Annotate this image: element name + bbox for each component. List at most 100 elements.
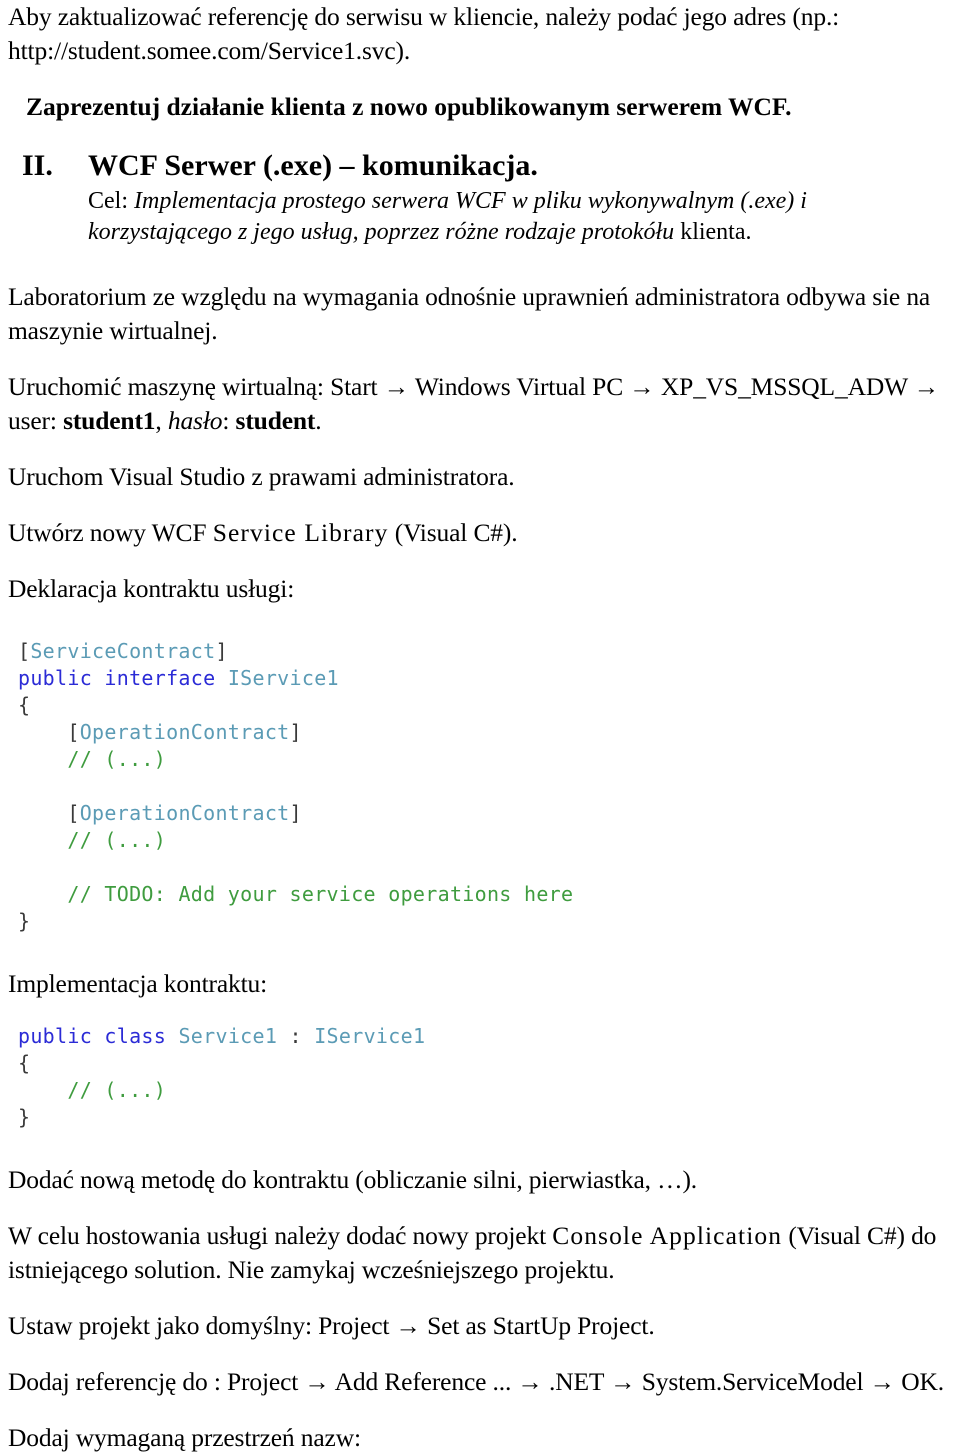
- code-line: [OperationContract]: [18, 800, 952, 827]
- vm-start-item-1: Windows Virtual PC: [414, 372, 624, 401]
- vm-user-label: user:: [8, 406, 57, 435]
- create-library-type: Service Library: [212, 518, 389, 547]
- arrow-icon: →: [869, 1367, 896, 1396]
- code-token: [: [18, 639, 31, 663]
- code-token: ]: [289, 801, 302, 825]
- create-library-suffix: (Visual C#).: [394, 518, 518, 547]
- create-library-prefix: Utwórz nowy WCF: [8, 518, 207, 547]
- add-reference-item-4: OK.: [901, 1367, 944, 1396]
- vm-start-instruction: Uruchomić maszynę wirtualną: Start → Win…: [8, 372, 940, 435]
- code-line: [ServiceContract]: [18, 638, 952, 665]
- add-reference-instruction: Dodaj referencję do : Project → Add Refe…: [8, 1365, 952, 1399]
- code-token: {: [18, 693, 31, 717]
- code-token: public: [18, 666, 93, 690]
- vm-password-label: hasło: [167, 406, 223, 435]
- code-line: {: [18, 692, 952, 719]
- goal-label: Cel:: [88, 188, 128, 214]
- code-token: :: [277, 1024, 315, 1048]
- host-project-type: Console Application: [552, 1221, 783, 1250]
- host-service-instruction: W celu hostowania usługi należy dodać no…: [8, 1219, 952, 1287]
- startup-item-1: Set as StartUp Project.: [427, 1311, 655, 1340]
- document-page: Aby zaktualizować referencję do serwisu …: [0, 0, 960, 1452]
- vm-user-value: student1: [63, 406, 156, 435]
- create-wcf-library: Utwórz nowy WCF Service Library (Visual …: [8, 516, 952, 550]
- code-line: }: [18, 908, 952, 935]
- goal-tail: klienta.: [680, 219, 752, 245]
- arrow-icon: →: [383, 372, 410, 401]
- code-token: // (...): [67, 747, 167, 771]
- lab-note: Laboratorium ze względu na wymagania odn…: [8, 282, 931, 345]
- add-reference-prefix: Dodaj referencję do : Project: [8, 1367, 299, 1396]
- intro-paragraph: Aby zaktualizować referencję do serwisu …: [8, 0, 952, 68]
- intro-line-2: http://student.somee.com/Service1.svc).: [8, 36, 411, 65]
- code-token: OperationContract: [79, 720, 290, 744]
- startup-project-instruction: Ustaw projekt jako domyślny: Project → S…: [8, 1309, 952, 1343]
- arrow-icon: →: [304, 1367, 330, 1396]
- intro-line-1: Aby zaktualizować referencję do serwisu …: [8, 2, 840, 31]
- code-token: {: [18, 1051, 31, 1075]
- section-goal: Cel: Implementacja prostego serwera WCF …: [8, 186, 952, 248]
- code-token: public: [18, 1024, 93, 1048]
- code-line: {: [18, 1050, 952, 1077]
- arrow-icon: →: [629, 372, 655, 401]
- arrow-icon: →: [395, 1311, 422, 1340]
- code-token: ]: [289, 720, 302, 744]
- code-token: }: [18, 909, 31, 933]
- contract-implementation-label: Implementacja kontraktu:: [8, 969, 268, 998]
- code-line: // (...): [18, 746, 952, 773]
- add-reference-item-1: Add Reference ...: [334, 1367, 512, 1396]
- code-line: // TODO: Add your service operations her…: [18, 881, 952, 908]
- code-token: ServiceContract: [30, 639, 216, 663]
- code-line: }: [18, 1104, 952, 1131]
- code-token: IService1: [227, 666, 339, 690]
- code-block-service-implementation: public class Service1 : IService1{ // (.…: [8, 1023, 952, 1131]
- code-token: // (...): [67, 1078, 167, 1102]
- code-line: public interface IService1: [18, 665, 952, 692]
- code-token: ]: [215, 639, 228, 663]
- vm-password-value: student: [235, 406, 316, 435]
- code-token: [: [67, 801, 80, 825]
- add-reference-item-2: .NET: [549, 1367, 604, 1396]
- add-namespace-instruction: Dodaj wymaganą przestrzeń nazw:: [8, 1423, 361, 1452]
- code-block-service-contract: [ServiceContract] public interface IServi…: [8, 638, 952, 935]
- add-method-instruction: Dodać nową metodę do kontraktu (obliczan…: [8, 1165, 698, 1194]
- run-visual-studio: Uruchom Visual Studio z prawami administ…: [8, 462, 515, 491]
- contract-declaration-label: Deklaracja kontraktu usługi:: [8, 574, 295, 603]
- vm-start-prefix: Uruchomić maszynę wirtualną: Start: [8, 372, 378, 401]
- section-title: WCF Serwer (.exe) – komunikacja.: [88, 149, 538, 182]
- code-line: // (...): [18, 827, 952, 854]
- bold-heading: Zaprezentuj działanie klienta z nowo opu…: [26, 92, 792, 121]
- code-token: // TODO: Add your service operations her…: [67, 882, 574, 906]
- section-heading: II. WCF Serwer (.exe) – komunikacja.: [8, 146, 952, 186]
- arrow-icon: →: [913, 372, 940, 401]
- startup-prefix: Ustaw projekt jako domyślny: Project: [8, 1311, 390, 1340]
- code-token: }: [18, 1105, 31, 1129]
- arrow-icon: →: [610, 1367, 636, 1396]
- code-line: // (...): [18, 1077, 952, 1104]
- code-token: [: [67, 720, 80, 744]
- vm-start-item-2: XP_VS_MSSQL_ADW: [660, 372, 908, 401]
- host-prefix: W celu hostowania usługi należy dodać no…: [8, 1221, 547, 1250]
- code-line: [OperationContract]: [18, 719, 952, 746]
- code-token: Service1: [178, 1024, 278, 1048]
- code-token: IService1: [314, 1024, 426, 1048]
- add-reference-item-3: System.ServiceModel: [641, 1367, 864, 1396]
